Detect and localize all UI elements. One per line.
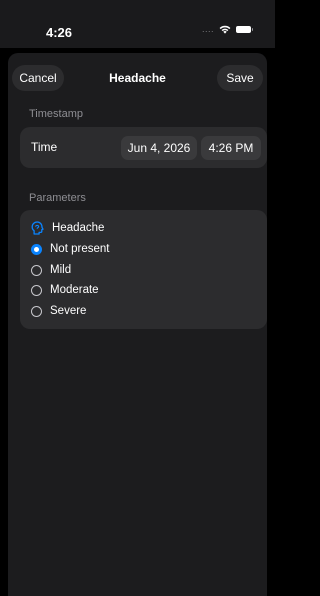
battery-icon xyxy=(236,26,253,33)
parameters-section-header: Parameters xyxy=(29,192,86,204)
option-label: Moderate xyxy=(50,284,99,296)
nav-bar: Cancel Headache Save xyxy=(8,53,267,103)
headache-group-row: Headache xyxy=(31,220,104,236)
radio-selected-icon[interactable] xyxy=(31,243,42,255)
radio-icon[interactable] xyxy=(31,284,42,296)
option-label: Not present xyxy=(50,243,110,255)
option-not-present[interactable]: Not present xyxy=(31,241,109,257)
radio-icon[interactable] xyxy=(31,305,42,317)
date-picker-button[interactable]: Jun 4, 2026 xyxy=(121,136,197,160)
status-indicators: .... xyxy=(201,24,253,34)
headache-group-label: Headache xyxy=(52,222,105,234)
parameters-card: Headache Not present Mild Moderate Sever… xyxy=(20,210,267,329)
headache-sheet: Cancel Headache Save Timestamp Time Jun … xyxy=(8,53,267,596)
option-label: Severe xyxy=(50,305,87,317)
timestamp-card: Time Jun 4, 2026 4:26 PM xyxy=(20,127,267,168)
save-button[interactable]: Save xyxy=(217,65,263,91)
option-moderate[interactable]: Moderate xyxy=(31,282,99,298)
status-time: 4:26 xyxy=(46,25,73,40)
screen: 4:26 .... Cancel Headache Save Timestamp… xyxy=(0,0,275,596)
option-label: Mild xyxy=(50,264,72,276)
time-picker-button[interactable]: 4:26 PM xyxy=(201,136,261,160)
signal-icon: .... xyxy=(201,24,214,34)
status-bar: 4:26 .... xyxy=(0,0,275,48)
timestamp-section-header: Timestamp xyxy=(29,108,83,120)
option-severe[interactable]: Severe xyxy=(31,303,86,319)
wifi-icon xyxy=(219,25,231,34)
radio-icon[interactable] xyxy=(31,264,42,276)
head-icon xyxy=(31,221,44,235)
time-label: Time xyxy=(31,140,58,154)
option-mild[interactable]: Mild xyxy=(31,262,71,278)
